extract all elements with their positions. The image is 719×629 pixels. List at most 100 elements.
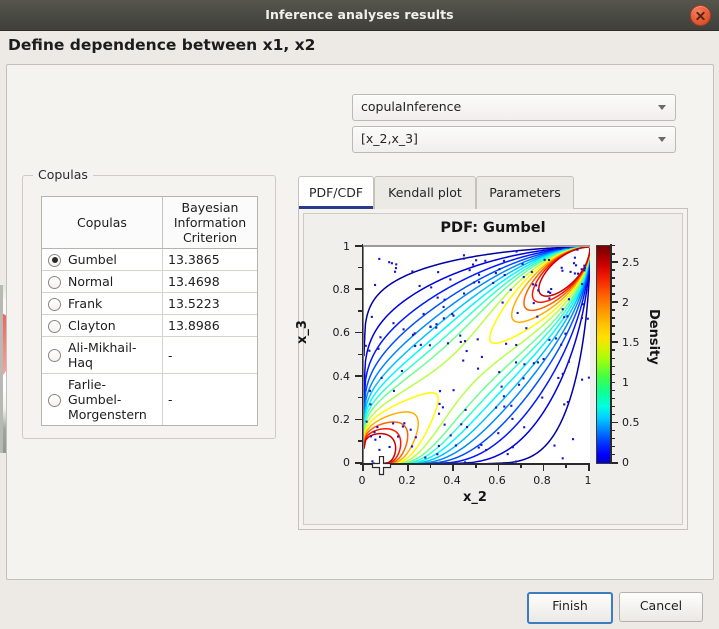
radio-frank[interactable] [48, 297, 61, 311]
scatter-point [442, 317, 445, 320]
y-tick-major [355, 245, 363, 247]
scatter-point [498, 268, 501, 271]
scatter-point [587, 376, 590, 379]
scatter-point [549, 291, 552, 294]
scatter-point [477, 446, 480, 449]
copula-row-clayton[interactable]: Clayton [42, 314, 163, 337]
table-row[interactable]: Farlie-Gumbel-Morgenstern - [42, 373, 257, 425]
radio-gumbel[interactable] [48, 253, 61, 267]
y-tick-label: 0 [343, 456, 350, 469]
scatter-point [397, 435, 400, 438]
scatter-point [369, 403, 372, 406]
copula-row-frank[interactable]: Frank [42, 292, 163, 315]
tab-parameters[interactable]: Parameters [476, 176, 574, 209]
copula-row-normal[interactable]: Normal [42, 270, 163, 293]
title-bar: Inference analyses results [0, 0, 719, 31]
scatter-point [525, 327, 528, 330]
scatter-point [532, 362, 535, 365]
colorbar-tick-label: 2 [622, 296, 629, 309]
scatter-point [535, 284, 538, 287]
radio-ali-mikhail-haq[interactable] [48, 349, 61, 362]
scatter-point [436, 296, 439, 299]
colorbar-tick-minor [610, 277, 615, 279]
colorbar-tick-major [610, 301, 618, 303]
close-icon[interactable] [690, 5, 711, 26]
table-row[interactable]: Clayton 13.8986 [42, 314, 257, 337]
copulas-table-body: Gumbel 13.3865 Normal 13.4698 Frank 13.5… [42, 248, 257, 425]
scatter-point [435, 326, 438, 329]
scatter-point [523, 426, 526, 429]
scatter-point [506, 453, 509, 456]
copula-row-gumbel[interactable]: Gumbel [42, 248, 163, 271]
copula-row-ali-mikhail-haq[interactable]: Ali-Mikhail-Haq [42, 336, 163, 374]
scatter-point [393, 270, 397, 273]
scatter-point [411, 270, 414, 273]
scatter-point [370, 315, 373, 318]
scatter-point [438, 402, 441, 405]
finish-button[interactable]: Finish [527, 592, 613, 624]
colorbar-tick-major [610, 462, 618, 464]
scatter-point [501, 301, 504, 304]
scatter-point [547, 290, 550, 293]
y-tick-major [355, 288, 363, 290]
scatter-point [443, 298, 446, 301]
plot-axes [362, 245, 590, 464]
scatter-point [563, 403, 566, 406]
scatter-point [548, 258, 551, 262]
y-tick-minor [358, 440, 363, 442]
scatter-point [410, 445, 414, 448]
copula-name: Normal [68, 274, 114, 289]
scatter-point [400, 369, 404, 373]
scatter-point [548, 338, 551, 341]
table-row[interactable]: Gumbel 13.3865 [42, 248, 257, 271]
scatter-point [376, 425, 379, 429]
x-tick-major [452, 463, 454, 471]
radio-clayton[interactable] [48, 319, 61, 333]
scatter-point [454, 444, 457, 447]
tab-kendall-plot[interactable]: Kendall plot [374, 176, 476, 209]
scatter-point [580, 317, 583, 320]
scatter-point [438, 390, 442, 393]
colorbar-tick-minor [610, 373, 615, 376]
col-header-bic: Bayesian Information Criterion [162, 197, 257, 249]
tab-pdf-cdf[interactable]: PDF/CDF [298, 176, 374, 209]
x-tick-minor [384, 463, 387, 468]
table-row[interactable]: Frank 13.5223 [42, 292, 257, 315]
x-tick-minor [475, 463, 477, 468]
scatter-point [561, 269, 564, 272]
y-tick-major [355, 375, 363, 377]
x-tick-label: 0.6 [488, 474, 506, 487]
colorbar-tick-minor [610, 437, 615, 440]
scatter-point [583, 269, 586, 272]
radio-farlie-gumbel-morgenstern[interactable] [48, 393, 61, 407]
scatter-point [449, 434, 452, 437]
scatter-point [536, 361, 539, 364]
tab-bar: PDF/CDF Kendall plot Parameters [298, 176, 686, 210]
scatter-point [369, 435, 373, 438]
copula-row-farlie-gumbel-morgenstern[interactable]: Farlie-Gumbel-Morgenstern [42, 373, 163, 425]
scatter-point [580, 268, 583, 271]
scatter-point [388, 445, 391, 448]
inference-analysis-select[interactable]: copulaInference [352, 94, 676, 121]
cancel-button[interactable]: Cancel [619, 592, 703, 622]
scatter-point [373, 431, 376, 434]
table-row[interactable]: Ali-Mikhail-Haq - [42, 336, 257, 374]
scatter-point [586, 317, 589, 320]
scatter-point [550, 288, 553, 291]
scatter-point [575, 264, 578, 267]
x-axis [360, 463, 590, 472]
scatter-point [402, 328, 405, 331]
table-row[interactable]: Normal 13.4698 [42, 270, 257, 293]
y-axis-title: x_3 [295, 320, 310, 344]
colorbar-tick-minor [610, 357, 615, 360]
x-tick-minor [565, 463, 567, 468]
scatter-point [424, 456, 427, 459]
scatter-point [581, 303, 584, 306]
scatter-point [537, 289, 540, 292]
artifact-edge [0, 285, 3, 453]
scatter-point [388, 261, 391, 264]
scatter-point [477, 367, 480, 370]
group-of-variables-select[interactable]: [x_2,x_3] [352, 126, 676, 153]
scatter-point [515, 250, 518, 253]
radio-normal[interactable] [48, 275, 61, 289]
